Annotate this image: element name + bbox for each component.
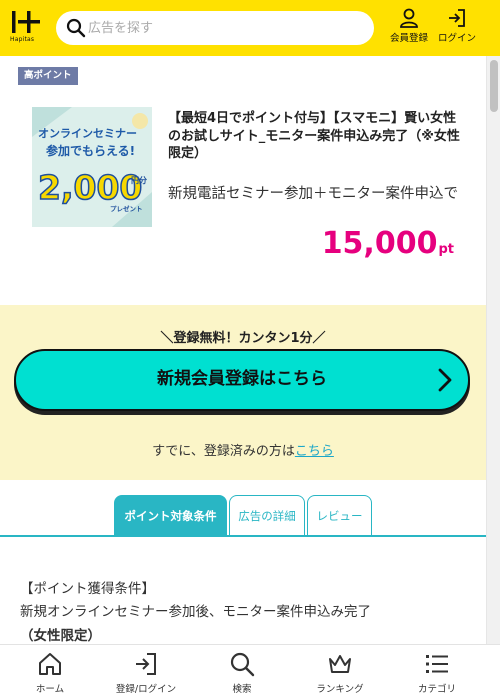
nav-home-label: ホーム [35, 684, 65, 695]
tab-point-conditions[interactable]: ポイント対象条件 [114, 495, 227, 535]
ad-description: 新規電話セミナー参加＋モニター案件申込で [168, 186, 458, 202]
search-box[interactable] [56, 11, 374, 45]
tab-reviews[interactable]: レビュー [307, 495, 372, 535]
home-icon [39, 653, 61, 675]
bottom-nav: ホーム 登録/ログイン 検索 ランキング カテゴリ [0, 644, 500, 700]
conditions-emphasis: （女性限定） [20, 628, 101, 644]
header-login-label: ログイン [437, 33, 476, 44]
search-icon [66, 18, 86, 38]
nav-search[interactable]: 検索 [194, 651, 290, 699]
header-login-button[interactable]: ログイン [435, 8, 479, 50]
crown-icon [329, 655, 351, 673]
banner-graphic: オンラインセミナー 参加でもらえる! 2,000 円分 プレゼント [32, 107, 152, 227]
login-link[interactable]: こちら [295, 444, 334, 459]
header: Hapitas 会員登録 ログイン [0, 0, 500, 56]
nav-ranking[interactable]: ランキング [292, 651, 388, 699]
nav-ranking-label: ランキング [316, 684, 364, 695]
points-value: 15,000 [321, 226, 438, 261]
nav-category-label: カテゴリ [417, 684, 456, 695]
nav-category[interactable]: カテゴリ [389, 651, 485, 699]
tab-divider [0, 535, 486, 537]
points-unit: pt [438, 242, 454, 257]
banner-unit: 円分 [131, 175, 147, 185]
nav-home[interactable]: ホーム [2, 651, 98, 699]
login-note-text: すでに、登録済みの方は [152, 444, 295, 459]
conditions-text: 新規オンラインセミナー参加後、モニター案件申込み完了 [20, 604, 371, 620]
search-icon [230, 652, 255, 677]
tab-ad-details[interactable]: 広告の詳細 [229, 495, 305, 535]
conditions-body: 新規オンラインセミナー参加後、モニター案件申込み完了 （女性限定） [20, 600, 450, 648]
ad-points: 15,000pt [322, 226, 454, 261]
scroll-thumb[interactable] [490, 60, 498, 112]
logo-mark-icon [12, 11, 40, 33]
user-icon [400, 8, 418, 28]
nav-login[interactable]: 登録/ログイン [98, 651, 194, 699]
ad-title[interactable]: 【最短4日でポイント付与】【スマモニ】賢い女性のお試しサイト_モニター案件申込み… [168, 110, 468, 163]
conditions-heading: 【ポイント獲得条件】 [20, 581, 155, 597]
header-register-button[interactable]: 会員登録 [387, 8, 431, 50]
register-button-label: 新規会員登録はこちら [157, 369, 327, 389]
scrollbar[interactable] [486, 56, 500, 644]
registration-section: ＼登録無料！カンタン1分／ 新規会員登録はこちら すでに、登録済みの方はこちら [0, 305, 486, 480]
banner-line1: オンラインセミナー [38, 127, 137, 140]
search-input[interactable] [88, 11, 358, 45]
list-icon [426, 655, 448, 673]
banner-line2: 参加でもらえる! [46, 143, 135, 158]
login-icon [449, 9, 465, 27]
new-member-register-button[interactable]: 新規会員登録はこちら [14, 349, 470, 411]
login-icon [136, 653, 156, 675]
registration-lead: ＼登録無料！カンタン1分／ [160, 331, 326, 346]
login-note: すでに、登録済みの方はこちら [0, 440, 486, 459]
chevron-right-icon [438, 368, 452, 392]
banner-present: プレゼント [110, 204, 143, 213]
nav-search-label: 検索 [232, 684, 252, 695]
high-point-badge: 高ポイント [18, 67, 78, 85]
banner-amount: 2,000 [38, 168, 142, 207]
nav-login-label: 登録/ログイン [115, 684, 177, 695]
ad-banner-image[interactable]: オンラインセミナー 参加でもらえる! 2,000 円分 プレゼント [32, 107, 152, 227]
header-register-label: 会員登録 [389, 33, 428, 44]
logo-text: Hapitas [10, 36, 35, 43]
